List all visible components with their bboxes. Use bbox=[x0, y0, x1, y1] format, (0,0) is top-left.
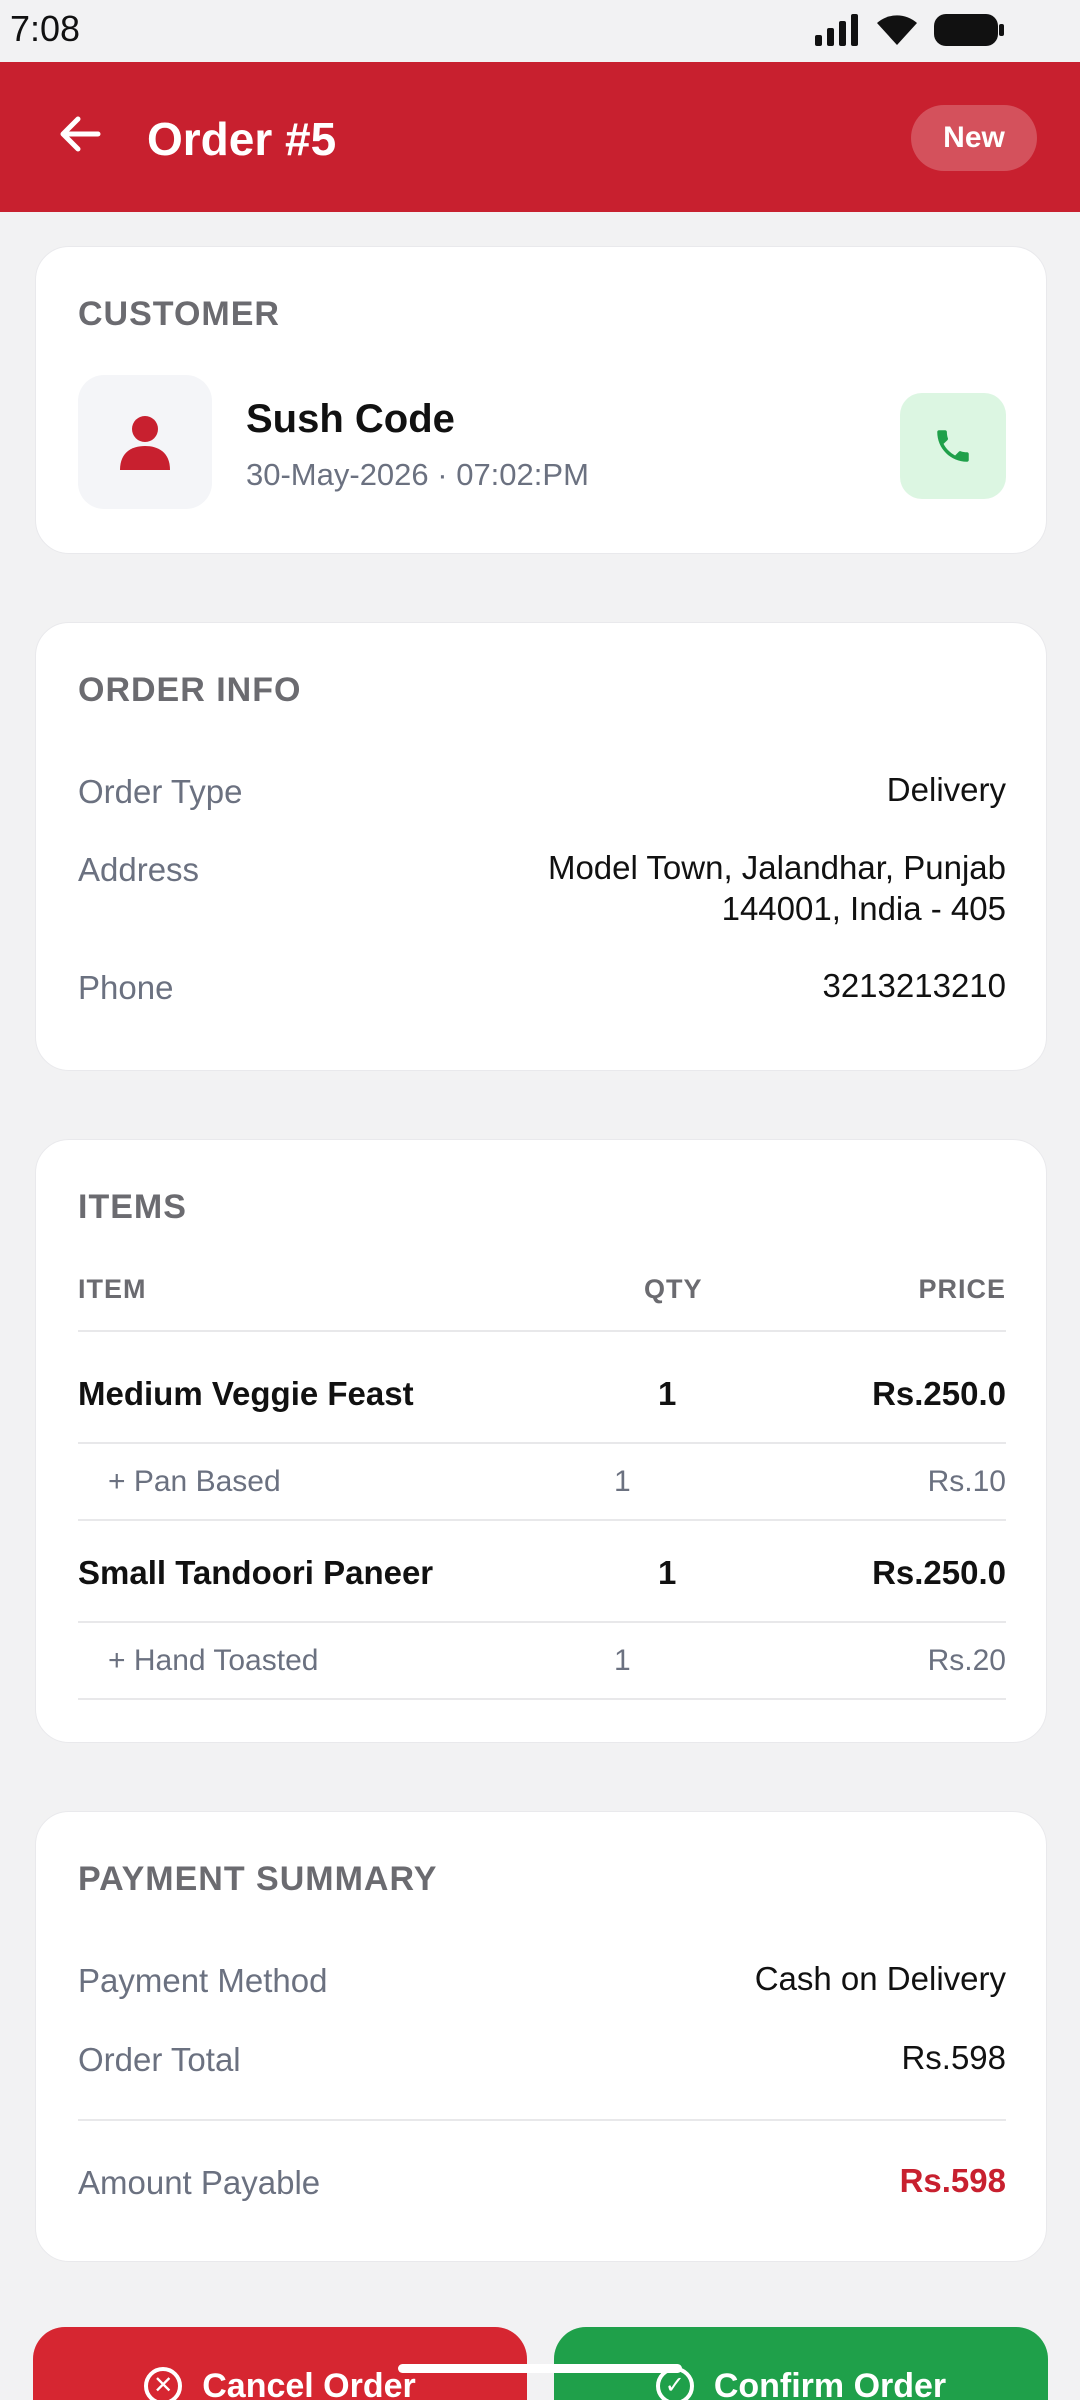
address-label: Address bbox=[78, 851, 200, 888]
item-qty: 1 bbox=[658, 1554, 677, 1591]
item-price: Rs.250.0 bbox=[872, 1375, 1006, 1412]
order-status-badge: New bbox=[911, 105, 1037, 171]
customer-section-title: CUSTOMER bbox=[78, 295, 280, 333]
amount-payable-value: Rs.598 bbox=[899, 2162, 1006, 2199]
address-line-1: Model Town, Jalandhar, Punjab bbox=[547, 849, 1006, 886]
phone-label: Phone bbox=[78, 969, 174, 1006]
payment-summary-card: PAYMENT SUMMARY Payment Method Cash on D… bbox=[35, 1811, 1047, 2262]
wifi-icon bbox=[877, 15, 917, 45]
addon-qty: 1 bbox=[614, 1465, 631, 1498]
payment-method-value: Cash on Delivery bbox=[754, 1960, 1006, 1997]
signal-icon bbox=[815, 14, 858, 46]
addon-price: Rs.20 bbox=[927, 1644, 1006, 1677]
amount-payable-label: Amount Payable bbox=[78, 2164, 321, 2201]
divider bbox=[78, 1698, 1006, 1700]
battery-icon bbox=[934, 14, 1004, 46]
address-value: Model Town, Jalandhar, Punjab 144001, In… bbox=[548, 847, 1006, 929]
phone-value: 3213213210 bbox=[822, 967, 1006, 1004]
addon-name: + Hand Toasted bbox=[108, 1644, 319, 1677]
qty-column-header: QTY bbox=[644, 1274, 703, 1304]
address-line-2: 144001, India - 405 bbox=[721, 890, 1006, 927]
confirm-order-label: Confirm Order bbox=[713, 2367, 947, 2400]
page-title: Order #5 bbox=[147, 113, 337, 165]
customer-name: Sush Code bbox=[246, 397, 455, 441]
order-datetime: 30-May-2026 · 07:02:PM bbox=[246, 457, 589, 492]
app-bar: Order #5 New bbox=[0, 62, 1080, 212]
order-total-value: Rs.598 bbox=[901, 2039, 1006, 2076]
divider bbox=[78, 1519, 1006, 1521]
items-section-title: ITEMS bbox=[78, 1188, 187, 1226]
divider bbox=[78, 1330, 1006, 1332]
person-icon bbox=[120, 416, 170, 470]
price-column-header: PRICE bbox=[918, 1274, 1006, 1304]
item-column-header: ITEM bbox=[78, 1274, 147, 1304]
payment-section-title: PAYMENT SUMMARY bbox=[78, 1860, 438, 1898]
divider bbox=[78, 1442, 1006, 1444]
addon-price: Rs.10 bbox=[927, 1465, 1006, 1498]
order-type-value: Delivery bbox=[886, 771, 1006, 808]
back-button[interactable] bbox=[48, 102, 112, 166]
item-qty: 1 bbox=[658, 1375, 677, 1412]
payment-method-label: Payment Method bbox=[78, 1962, 328, 1999]
order-info-section-title: ORDER INFO bbox=[78, 671, 302, 709]
divider bbox=[78, 1621, 1006, 1623]
order-type-label: Order Type bbox=[78, 773, 243, 810]
x-circle-icon: ✕ bbox=[144, 2367, 183, 2400]
item-price: Rs.250.0 bbox=[872, 1554, 1006, 1591]
order-total-label: Order Total bbox=[78, 2041, 241, 2078]
call-customer-button[interactable] bbox=[900, 393, 1006, 499]
avatar bbox=[78, 375, 212, 509]
addon-qty: 1 bbox=[614, 1644, 631, 1677]
item-name: Medium Veggie Feast bbox=[78, 1375, 414, 1412]
order-info-card: ORDER INFO Order Type Delivery Address M… bbox=[35, 622, 1047, 1071]
item-name: Small Tandoori Paneer bbox=[78, 1554, 434, 1591]
addon-name: + Pan Based bbox=[108, 1465, 281, 1498]
items-card: ITEMS ITEM QTY PRICE Medium Veggie Feast… bbox=[35, 1139, 1047, 1743]
status-time: 7:08 bbox=[10, 8, 81, 49]
phone-icon bbox=[937, 430, 969, 462]
arrow-left-icon bbox=[60, 116, 101, 152]
status-bar: 7:08 bbox=[0, 0, 1080, 62]
cancel-order-label: Cancel Order bbox=[202, 2367, 416, 2400]
home-indicator[interactable] bbox=[398, 2364, 682, 2373]
customer-card: CUSTOMER Sush Code 30-May-2026 · 07:02:P… bbox=[35, 246, 1047, 554]
divider bbox=[78, 2119, 1006, 2121]
status-icons bbox=[813, 12, 1005, 48]
